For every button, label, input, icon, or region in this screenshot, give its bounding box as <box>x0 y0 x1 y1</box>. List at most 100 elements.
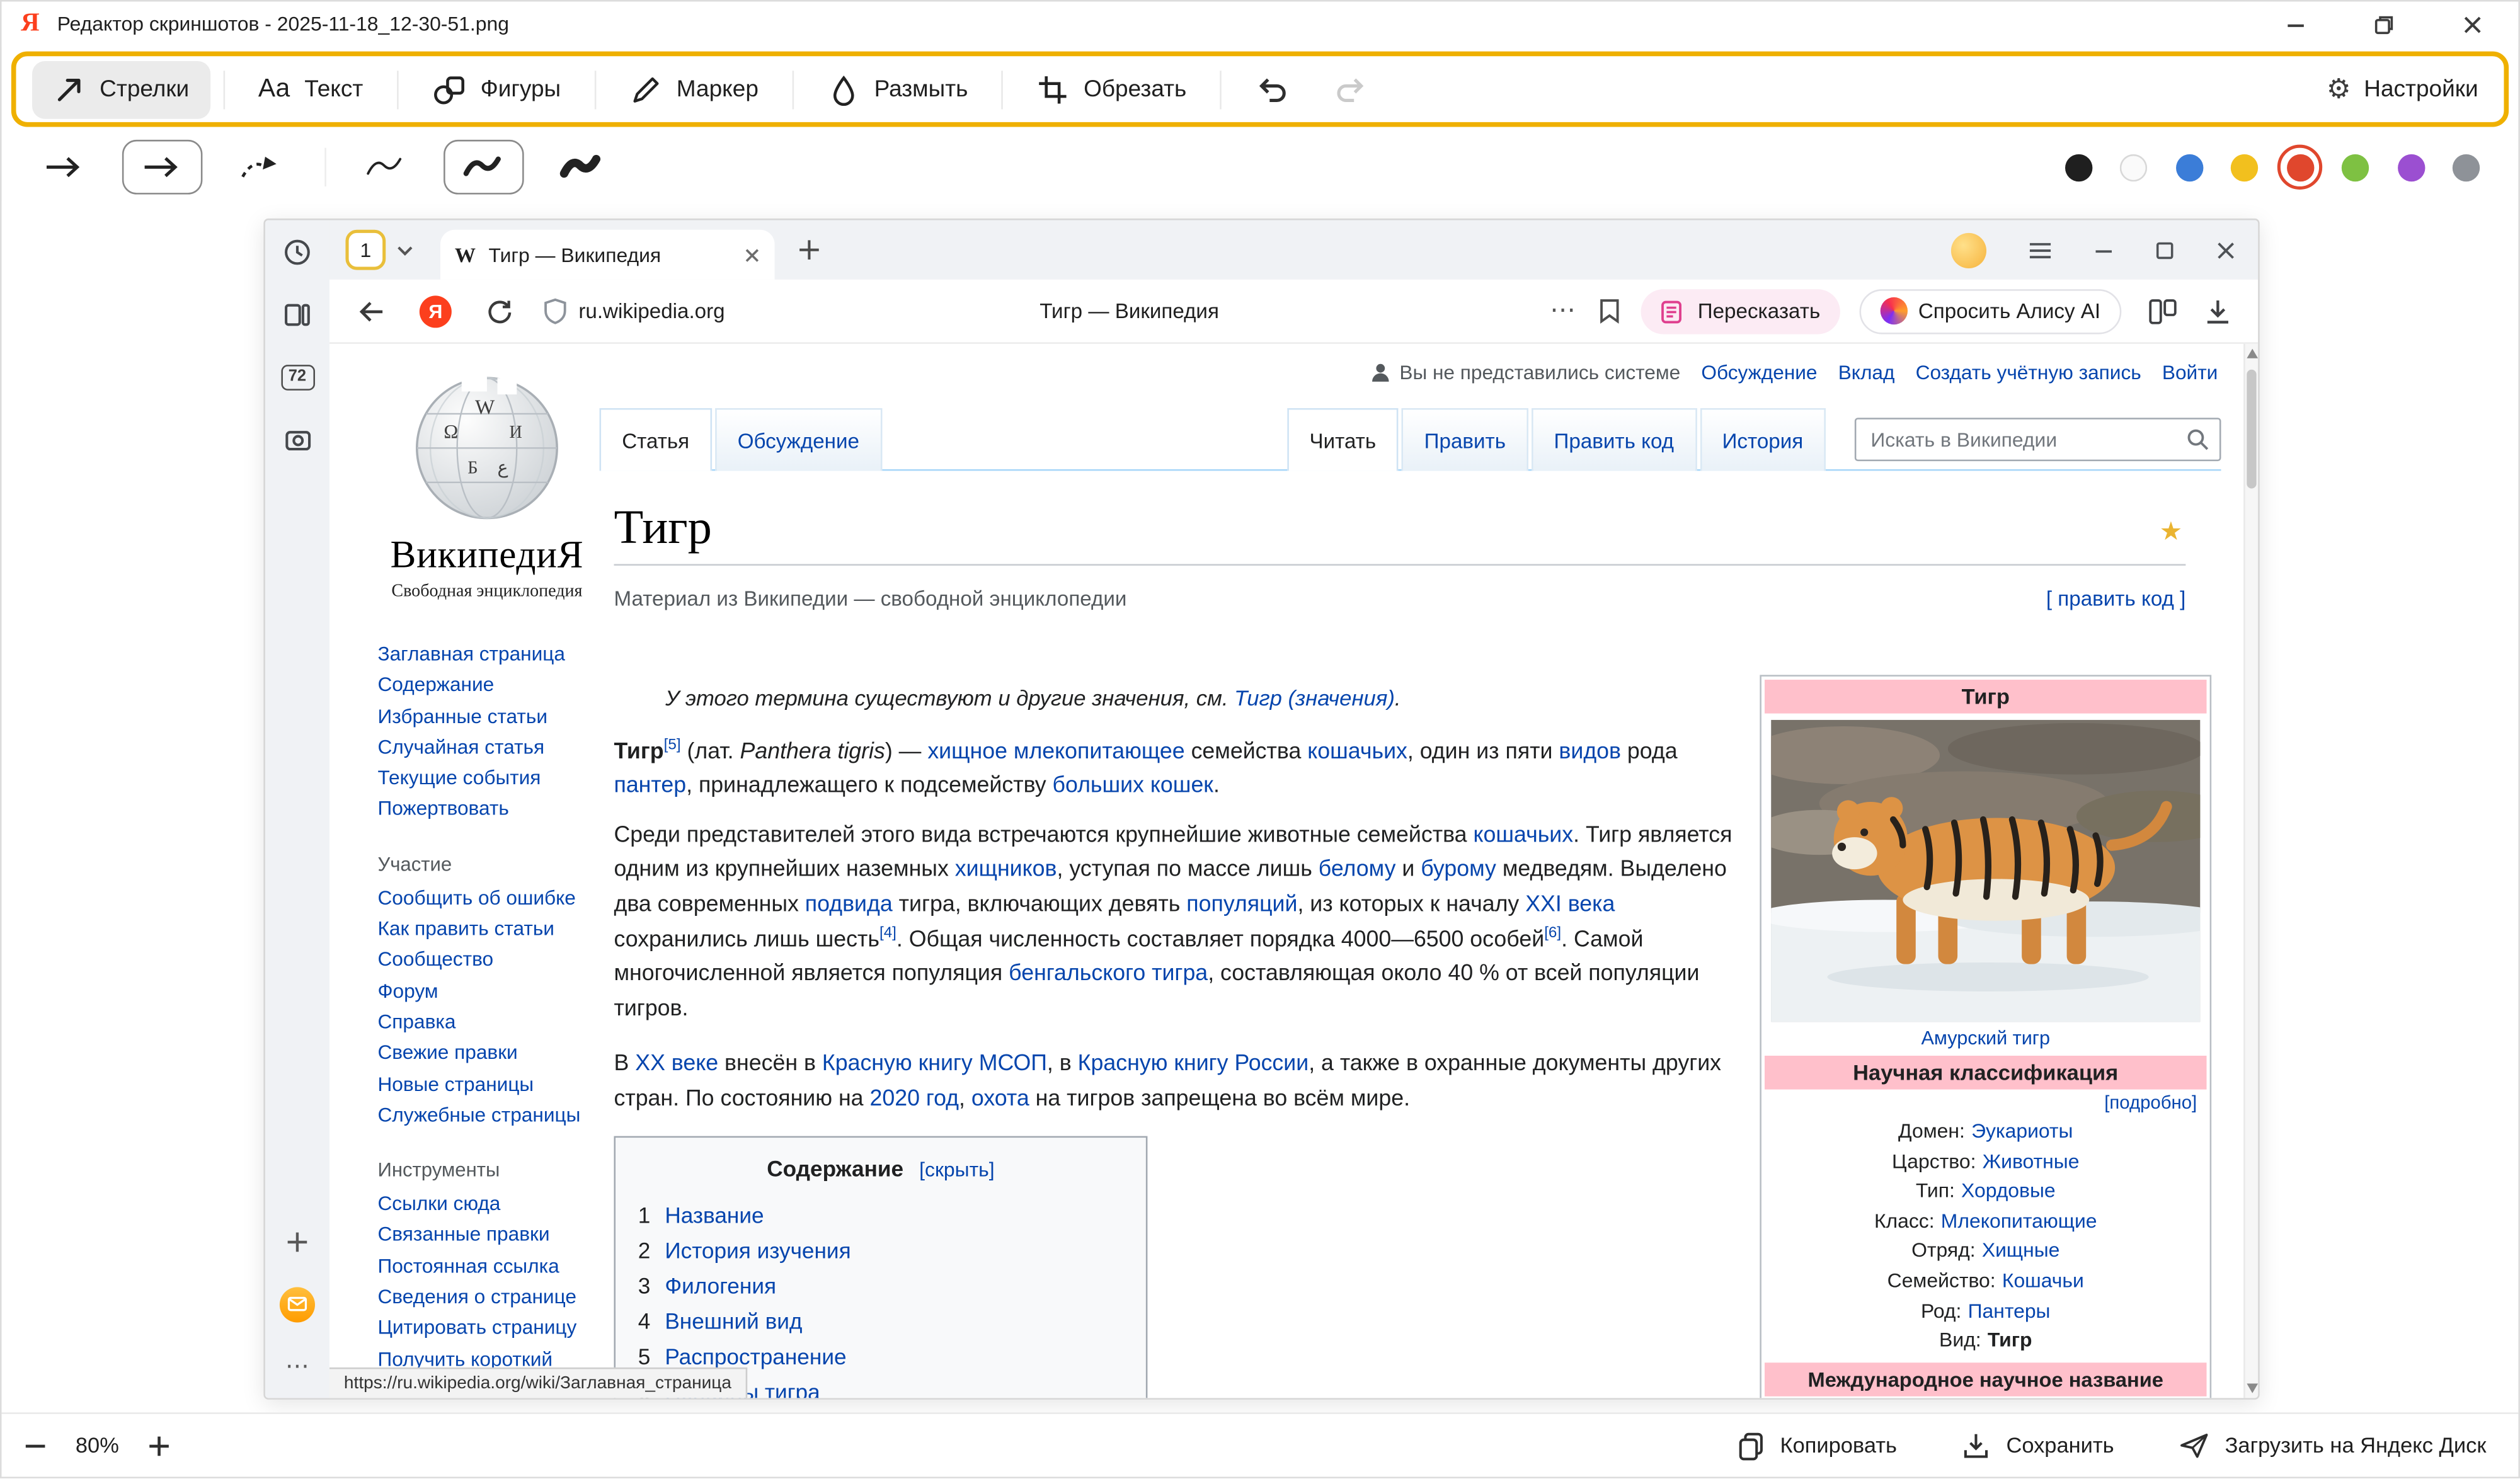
taxonomy-value[interactable]: Млекопитающие <box>1941 1206 2097 1236</box>
active-tab[interactable]: W Тигр — Википедия <box>440 230 775 280</box>
thickness-medium-selected[interactable] <box>444 140 524 195</box>
wiki-sidebar-link[interactable]: Сообщить об ошибке <box>377 883 651 914</box>
tab-edit-source[interactable]: Править код <box>1532 408 1697 471</box>
toc-item[interactable]: 3Филогения <box>638 1270 1123 1305</box>
close-button[interactable] <box>2462 14 2483 35</box>
wiki-link[interactable]: XX веке <box>635 1050 718 1076</box>
taxonomy-value[interactable]: Животные <box>1983 1146 2080 1176</box>
wiki-link[interactable]: кошачьих <box>1473 821 1573 847</box>
toc-item[interactable]: 4Внешний вид <box>638 1305 1123 1340</box>
undo-button[interactable] <box>1235 59 1312 118</box>
personal-link[interactable]: Вклад <box>1838 362 1895 384</box>
wiki-sidebar-link[interactable]: Как править статьи <box>377 915 651 945</box>
wiki-link[interactable]: охота <box>971 1085 1029 1111</box>
tab-counter-badge[interactable]: 72 <box>265 345 329 408</box>
toc-link[interactable]: Название <box>665 1204 764 1228</box>
wiki-sidebar-link[interactable]: Новые страницы <box>377 1070 651 1100</box>
tab-article[interactable]: Статья <box>600 408 712 471</box>
arrow-style-straight[interactable] <box>24 140 105 195</box>
wiki-link[interactable]: бурому <box>1421 855 1496 881</box>
toc-item[interactable]: 2История изучения <box>638 1234 1123 1269</box>
wiki-link[interactable]: популяций <box>1186 890 1297 916</box>
wiki-link[interactable]: Красную книгу России <box>1078 1050 1309 1076</box>
minimize-button[interactable] <box>2286 14 2306 35</box>
wiki-link[interactable]: Красную книгу МСОП <box>822 1050 1047 1076</box>
new-tab-button[interactable] <box>797 238 821 262</box>
color-swatch[interactable] <box>2175 154 2202 181</box>
address-page-title[interactable]: Тигр — Википедия <box>725 299 1534 323</box>
thickness-thick[interactable] <box>542 140 622 195</box>
taxonomy-value[interactable]: Хордовые <box>1961 1177 2056 1206</box>
personal-link[interactable]: Создать учётную запись <box>1916 362 2141 384</box>
arrow-style-straight-selected[interactable] <box>122 140 203 195</box>
personal-link[interactable]: Обсуждение <box>1701 362 1817 384</box>
wiki-link[interactable]: [6] <box>1544 924 1561 942</box>
edit-source-link[interactable]: [ править код ] <box>2046 586 2185 610</box>
download-icon[interactable] <box>2203 297 2232 326</box>
wiki-link[interactable]: пантер <box>614 772 686 797</box>
captured-browser-screenshot[interactable]: 72 ⋯ 1 W Тигр — Википедия <box>263 219 2259 1400</box>
tab-group-number[interactable]: 1 <box>345 230 386 270</box>
taxonomy-value[interactable]: Эукариоты <box>1971 1117 2073 1146</box>
taxonomy-value[interactable]: Тигр <box>1988 1326 2032 1356</box>
wiki-link[interactable]: кошачьих <box>1307 737 1407 763</box>
favorite-star-icon[interactable]: ★ <box>2160 516 2183 548</box>
maximize-button[interactable] <box>2374 14 2395 35</box>
upload-to-disk-button[interactable]: Загрузить на Яндекс Диск <box>2179 1430 2487 1460</box>
back-button[interactable] <box>355 295 387 327</box>
tiger-photo[interactable] <box>1771 720 2200 1022</box>
crop-tool-button[interactable]: Обрезать <box>1016 60 1208 118</box>
wiki-link[interactable]: [4] <box>879 924 896 942</box>
wiki-link[interactable]: XXI века <box>1525 890 1615 916</box>
sidebar-overflow-icon[interactable]: ⋯ <box>265 1335 329 1398</box>
scrollbar-thumb[interactable] <box>2247 370 2256 489</box>
toc-link[interactable]: Распространение <box>665 1345 846 1369</box>
browser-close-button[interactable] <box>2216 240 2236 260</box>
color-swatch[interactable] <box>2231 154 2258 181</box>
toc-hide-link[interactable]: [скрыть] <box>919 1158 994 1180</box>
address-more-icon[interactable]: ⋯ <box>1550 298 1576 324</box>
wiki-sidebar-link[interactable]: Текущие события <box>377 763 651 794</box>
wiki-link[interactable]: видов <box>1559 737 1621 763</box>
redo-button[interactable] <box>1312 59 1389 118</box>
tab-history[interactable]: История <box>1700 408 1826 471</box>
toc-link[interactable]: Филогения <box>665 1274 776 1298</box>
yandex-mail-icon[interactable] <box>265 1272 329 1335</box>
scroll-down-icon[interactable] <box>2245 1383 2260 1393</box>
taxonomy-value[interactable]: Пантеры <box>1968 1296 2051 1326</box>
wiki-link[interactable]: подвида <box>805 890 893 916</box>
wiki-link[interactable]: белому <box>1319 855 1396 881</box>
arrow-style-curved-dashed[interactable] <box>220 140 301 195</box>
alice-avatar-icon[interactable] <box>1951 232 1986 268</box>
browser-menu-icon[interactable] <box>2028 240 2052 260</box>
history-clock-icon[interactable] <box>265 220 329 282</box>
settings-button[interactable]: ⚙ Настройки <box>2327 76 2488 103</box>
yandex-search-icon[interactable]: Я <box>420 295 452 327</box>
bookmark-icon[interactable] <box>1598 297 1622 324</box>
shapes-tool-button[interactable]: Фигуры <box>411 60 581 118</box>
ask-alice-button[interactable]: Спросить Алису AI <box>1858 288 2121 333</box>
taxonomy-value[interactable]: Хищные <box>1982 1236 2060 1266</box>
wiki-sidebar-link[interactable]: Содержание <box>377 671 651 702</box>
wiki-link[interactable]: Тигр (значения) <box>1234 686 1395 710</box>
browser-maximize-button[interactable] <box>2155 240 2175 260</box>
copy-button[interactable]: Копировать <box>1735 1430 1897 1460</box>
wiki-sidebar-link[interactable]: Постоянная ссылка <box>377 1252 651 1282</box>
wiki-link[interactable]: [5] <box>664 736 681 753</box>
wiki-sidebar-link[interactable]: Сообщество <box>377 945 651 976</box>
scroll-up-icon[interactable] <box>2245 349 2260 358</box>
zoom-in-button[interactable] <box>148 1434 171 1457</box>
collections-icon[interactable] <box>2147 297 2177 326</box>
color-swatch[interactable] <box>2286 154 2313 181</box>
color-swatch[interactable] <box>2453 154 2480 181</box>
zoom-out-button[interactable] <box>24 1434 47 1457</box>
wiki-sidebar-link[interactable]: Избранные статьи <box>377 702 651 733</box>
screenshot-tool-icon[interactable] <box>265 408 329 471</box>
blur-tool-button[interactable]: Размыть <box>806 60 988 118</box>
taxonomy-value[interactable]: Кошачьи <box>2002 1266 2084 1296</box>
personal-link[interactable]: Войти <box>2162 362 2218 384</box>
wiki-search-input[interactable] <box>1855 418 2221 461</box>
shield-icon[interactable] <box>542 297 569 326</box>
sidebar-panels-icon[interactable] <box>265 283 329 345</box>
save-button[interactable]: Сохранить <box>1961 1430 2114 1460</box>
